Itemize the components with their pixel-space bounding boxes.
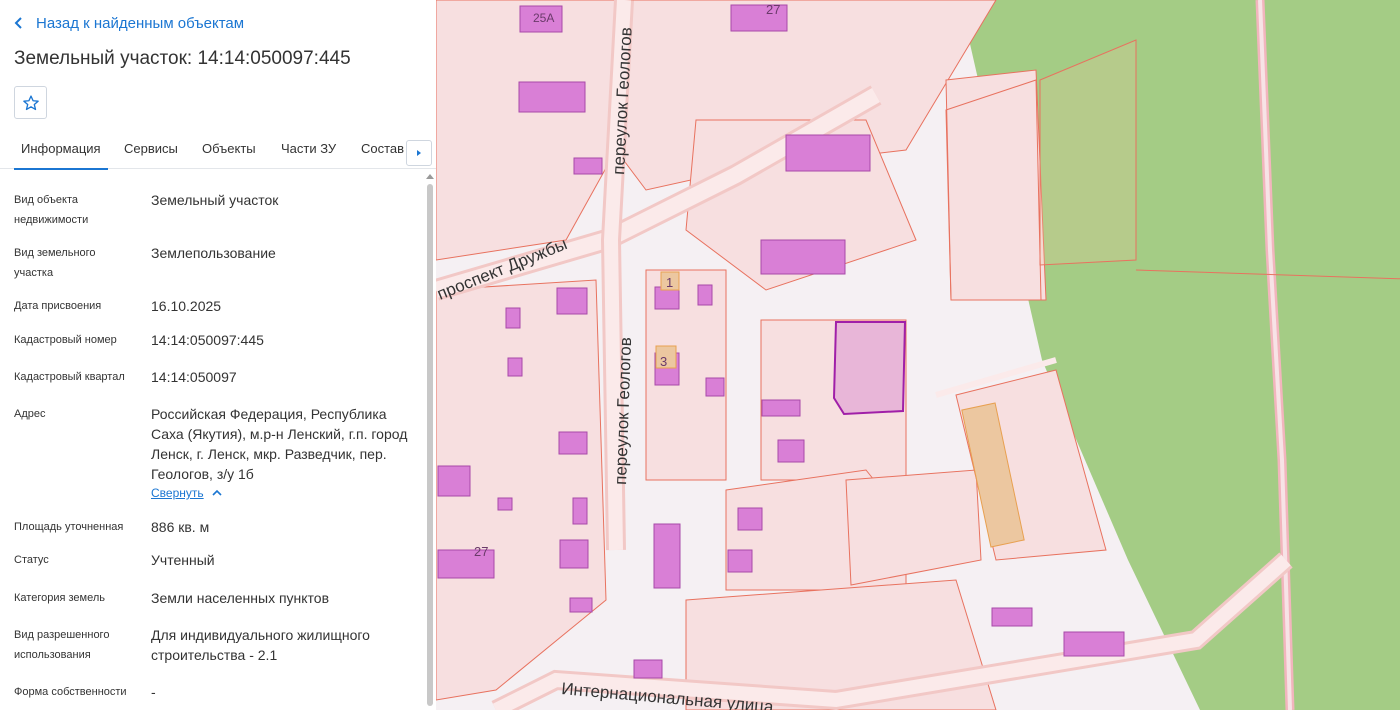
info-label: Кадастровый номер xyxy=(14,334,117,346)
tab-parcel-parts[interactable]: Части ЗУ xyxy=(281,132,336,168)
info-value: Земельный участок xyxy=(151,192,279,208)
building xyxy=(991,607,1033,627)
building xyxy=(705,377,725,397)
building xyxy=(785,134,871,172)
tab-information[interactable]: Информация xyxy=(14,132,108,170)
collapse-address-link[interactable]: Свернуть xyxy=(151,486,222,500)
info-label: Категория земель xyxy=(14,592,105,604)
building xyxy=(633,659,663,679)
parcel xyxy=(845,469,982,586)
building xyxy=(761,399,801,417)
house-number: 27 xyxy=(766,2,780,17)
house-number: 1 xyxy=(666,275,673,290)
info-label: Вид разрешенного использования xyxy=(14,629,110,661)
building xyxy=(653,523,681,589)
info-label: Форма собственности xyxy=(14,686,127,698)
building xyxy=(737,507,763,531)
info-value: 14:14:050097:445 xyxy=(151,332,264,348)
back-to-results-link[interactable]: Назад к найденным объектам xyxy=(14,12,244,34)
triangle-right-icon xyxy=(417,150,421,156)
info-value: Земли населенных пунктов xyxy=(151,590,330,606)
info-value: - xyxy=(151,684,156,700)
map-canvas[interactable]: проспект Дружбы переулок Геологов переул… xyxy=(436,0,1400,710)
building xyxy=(437,465,471,497)
selected-parcel[interactable] xyxy=(832,321,907,416)
info-value: Российская Федерация, Республика Саха (Я… xyxy=(151,406,408,482)
scrollbar-thumb[interactable] xyxy=(427,184,433,706)
tab-services[interactable]: Сервисы xyxy=(124,132,178,168)
building xyxy=(505,307,521,329)
building xyxy=(760,239,846,275)
info-label: Вид объекта недвижимости xyxy=(14,194,89,226)
info-label: Вид земельного участка xyxy=(14,247,96,279)
cadastral-map[interactable]: проспект Дружбы переулок Геологов переул… xyxy=(436,0,1400,710)
street-label-pereulok-mid: переулок Геологов xyxy=(611,337,635,485)
tabs-scroll-right-button[interactable] xyxy=(406,140,432,166)
page-title: Земельный участок: 14:14:050097:445 xyxy=(14,48,351,69)
parcel xyxy=(436,0,627,261)
building xyxy=(569,597,593,613)
building xyxy=(572,497,588,525)
info-value: Землепользование xyxy=(151,245,276,261)
building xyxy=(1063,631,1125,657)
building xyxy=(697,284,713,306)
building xyxy=(573,157,603,175)
building xyxy=(559,539,589,569)
info-label: Площадь уточненная xyxy=(14,521,124,533)
building xyxy=(777,439,805,463)
info-label: Кадастровый квартал xyxy=(14,371,125,383)
info-value: 886 кв. м xyxy=(151,519,210,535)
house-number: 27 xyxy=(474,544,488,559)
building xyxy=(556,287,588,315)
chevron-left-icon xyxy=(14,17,22,29)
building xyxy=(507,357,523,377)
favorite-button[interactable] xyxy=(14,86,47,119)
scroll-up-arrow-icon[interactable] xyxy=(426,174,434,179)
tab-objects[interactable]: Объекты xyxy=(202,132,256,168)
building xyxy=(518,81,586,113)
tab-composition[interactable]: Состав xyxy=(361,132,404,168)
building xyxy=(497,497,513,511)
house-number: 3 xyxy=(660,354,667,369)
info-value: 16.10.2025 xyxy=(151,298,222,314)
parcel xyxy=(1039,39,1137,266)
back-link-label: Назад к найденным объектам xyxy=(36,14,245,32)
collapse-label: Свернуть xyxy=(151,486,204,500)
info-label: Статус xyxy=(14,554,49,566)
tab-bar: Информация Сервисы Объекты Части ЗУ Сост… xyxy=(0,132,436,170)
info-label: Адрес xyxy=(14,408,46,420)
info-value: 14:14:050097 xyxy=(151,369,237,385)
building xyxy=(727,549,753,573)
star-icon xyxy=(22,94,39,110)
chevron-up-icon xyxy=(212,489,222,496)
house-number: 25А xyxy=(533,11,554,25)
object-info-panel: Назад к найденным объектам Земельный уча… xyxy=(0,0,436,710)
info-value: Учтенный xyxy=(151,552,215,568)
info-value: Для индивидуального жилищного строительс… xyxy=(151,627,370,663)
building xyxy=(558,431,588,455)
info-label: Дата присвоения xyxy=(14,300,102,312)
